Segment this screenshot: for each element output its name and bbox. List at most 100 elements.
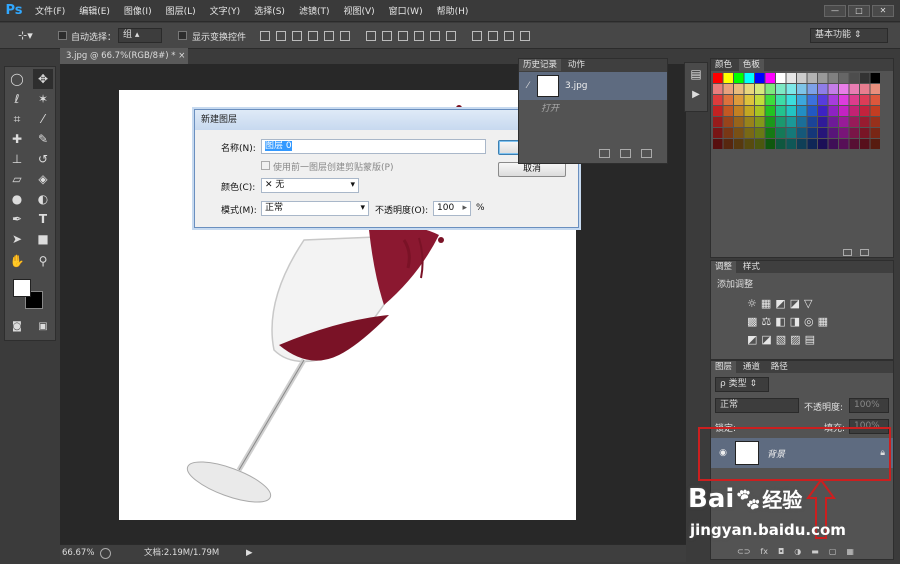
history-dock-icon[interactable]: ▤ xyxy=(685,67,707,81)
swatch[interactable] xyxy=(807,95,818,105)
mode-dropdown[interactable]: 正常 ▾ xyxy=(261,201,369,216)
crop-tool-icon[interactable]: ⌗ xyxy=(7,109,27,129)
swatch-grid[interactable] xyxy=(713,73,883,153)
swatch[interactable] xyxy=(849,117,860,127)
auto-select-checkbox[interactable] xyxy=(58,31,67,40)
clone-stamp-icon[interactable]: ⊥ xyxy=(7,149,27,169)
swatch[interactable] xyxy=(870,117,881,127)
tab-layers[interactable]: 图层 xyxy=(711,361,737,373)
swatch[interactable] xyxy=(818,95,828,105)
swatch[interactable] xyxy=(786,73,797,83)
swatch[interactable] xyxy=(776,117,786,127)
swatch[interactable] xyxy=(797,84,807,94)
swatch[interactable] xyxy=(765,95,776,105)
swatch[interactable] xyxy=(797,128,807,138)
swatch[interactable] xyxy=(734,128,744,138)
mask-icon[interactable]: ◘ xyxy=(778,547,784,556)
swatch[interactable] xyxy=(839,117,849,127)
tab-paths[interactable]: 路径 xyxy=(767,361,792,373)
swatch[interactable] xyxy=(765,117,776,127)
menu-item[interactable]: 图像(I) xyxy=(117,4,159,17)
swatch[interactable] xyxy=(860,95,870,105)
eraser-icon[interactable]: ▱ xyxy=(7,169,27,189)
swatch[interactable] xyxy=(744,139,755,149)
menu-item[interactable]: 文件(F) xyxy=(28,4,72,17)
swatch[interactable] xyxy=(786,117,797,127)
swatch[interactable] xyxy=(755,95,765,105)
swatch[interactable] xyxy=(786,106,797,116)
swatch[interactable] xyxy=(744,128,755,138)
swatch[interactable] xyxy=(849,106,860,116)
swatch[interactable] xyxy=(723,117,734,127)
align-icon[interactable] xyxy=(292,31,302,41)
swatch[interactable] xyxy=(818,73,828,83)
align-icon[interactable] xyxy=(398,31,408,41)
swatch[interactable] xyxy=(734,84,744,94)
play-icon[interactable]: ▶ xyxy=(685,89,707,100)
align-icon[interactable] xyxy=(340,31,350,41)
dodge-tool-icon[interactable]: ◐ xyxy=(33,189,53,209)
align-icon[interactable] xyxy=(260,31,270,41)
swatch[interactable] xyxy=(755,84,765,94)
swatch[interactable] xyxy=(765,106,776,116)
type-tool-icon[interactable]: T xyxy=(33,209,53,229)
swatch[interactable] xyxy=(870,73,881,83)
swatch[interactable] xyxy=(776,128,786,138)
swatch[interactable] xyxy=(849,73,860,83)
swatch[interactable] xyxy=(807,128,818,138)
swatch[interactable] xyxy=(776,106,786,116)
status-icon[interactable] xyxy=(100,548,111,559)
opacity-arrow-icon[interactable]: ▸ xyxy=(462,202,467,215)
swatch[interactable] xyxy=(828,139,839,149)
swatch[interactable] xyxy=(723,106,734,116)
swatch[interactable] xyxy=(860,117,870,127)
fx-icon[interactable]: fx xyxy=(760,547,768,556)
swatch[interactable] xyxy=(755,73,765,83)
swatch[interactable] xyxy=(723,139,734,149)
paint-bucket-icon[interactable]: ◈ xyxy=(33,169,53,189)
zoom-tool-icon[interactable]: ⚲ xyxy=(33,251,53,271)
swatch[interactable] xyxy=(839,139,849,149)
close-tab-icon[interactable]: × xyxy=(178,51,185,61)
align-icon[interactable] xyxy=(430,31,440,41)
pen-tool-icon[interactable]: ✒ xyxy=(7,209,27,229)
marquee-tool-icon[interactable]: ◯ xyxy=(7,69,27,89)
eyedropper-icon[interactable]: ⁄ xyxy=(33,109,53,129)
swatch[interactable] xyxy=(828,128,839,138)
new-layer-icon[interactable]: ▢ xyxy=(829,547,837,556)
swatch[interactable] xyxy=(828,73,839,83)
swatch[interactable] xyxy=(744,73,755,83)
swatch[interactable] xyxy=(723,84,734,94)
folder-icon[interactable]: ▬ xyxy=(811,547,819,556)
swatch[interactable] xyxy=(807,73,818,83)
swatch[interactable] xyxy=(828,117,839,127)
align-icon[interactable] xyxy=(446,31,456,41)
history-item[interactable]: ⁄ 3.jpg xyxy=(519,72,667,100)
swatch[interactable] xyxy=(755,106,765,116)
align-icon[interactable] xyxy=(520,31,530,41)
align-icon[interactable] xyxy=(488,31,498,41)
swatch[interactable] xyxy=(723,95,734,105)
swatch[interactable] xyxy=(807,139,818,149)
swatch[interactable] xyxy=(786,139,797,149)
swatch[interactable] xyxy=(797,73,807,83)
move-tool-icon[interactable]: ✥ xyxy=(33,69,53,89)
swatch[interactable] xyxy=(839,106,849,116)
blur-tool-icon[interactable]: ● xyxy=(7,189,27,209)
swatch[interactable] xyxy=(818,84,828,94)
document-tab[interactable]: 3.jpg @ 66.7%(RGB/8#) * × xyxy=(60,48,188,64)
align-icon[interactable] xyxy=(414,31,424,41)
rectangle-tool-icon[interactable]: ■ xyxy=(33,229,53,249)
swatch[interactable] xyxy=(765,128,776,138)
swatch[interactable] xyxy=(797,95,807,105)
swatch[interactable] xyxy=(713,139,723,149)
swatch[interactable] xyxy=(828,95,839,105)
swatch[interactable] xyxy=(839,73,849,83)
swatch[interactable] xyxy=(765,139,776,149)
menu-item[interactable]: 编辑(E) xyxy=(72,4,117,17)
snapshot-icon[interactable] xyxy=(620,149,631,158)
adjustment-icons[interactable]: ☼▦◩◪▽ ▩⚖◧◨◎▦ ◩◪▧▨▤ xyxy=(747,295,857,349)
move-tool-icon[interactable]: ⊹▾ xyxy=(18,29,33,42)
hand-tool-icon[interactable]: ✋ xyxy=(7,251,27,271)
tab-actions[interactable]: 动作 xyxy=(564,59,589,71)
